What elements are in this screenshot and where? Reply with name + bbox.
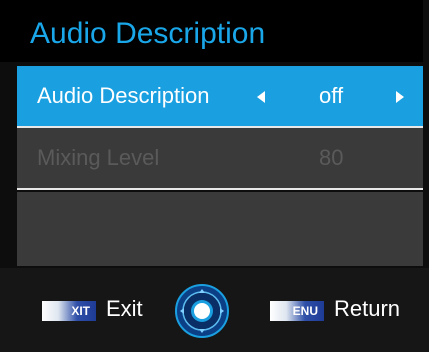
arrow-right-icon[interactable] [396, 91, 404, 103]
dpad-ok-icon [175, 284, 229, 338]
menu-empty-area [17, 192, 423, 266]
audio-description-osd: Audio Description Audio Description off … [0, 0, 429, 352]
menu-item-value: off [319, 83, 344, 108]
return-label[interactable]: Return [334, 295, 400, 323]
exit-label[interactable]: Exit [106, 295, 143, 323]
arrow-left-icon[interactable] [257, 91, 265, 103]
menu-item-audio-description[interactable]: Audio Description off [17, 66, 423, 126]
page-title: Audio Description [30, 17, 266, 50]
menu-item-label: Audio Description [37, 83, 210, 108]
divider [17, 188, 423, 190]
menu-item-label: Mixing Level [37, 145, 160, 170]
menu-key-icon: ENU [270, 301, 324, 321]
exit-key-icon: XIT [42, 301, 96, 321]
menu-item-value: 80 [319, 145, 344, 170]
title-bar: Audio Description [0, 0, 423, 62]
menu-item-mixing-level: Mixing Level 80 [17, 128, 423, 188]
footer-hint-bar: XIT Exit ENU Return [0, 268, 429, 352]
